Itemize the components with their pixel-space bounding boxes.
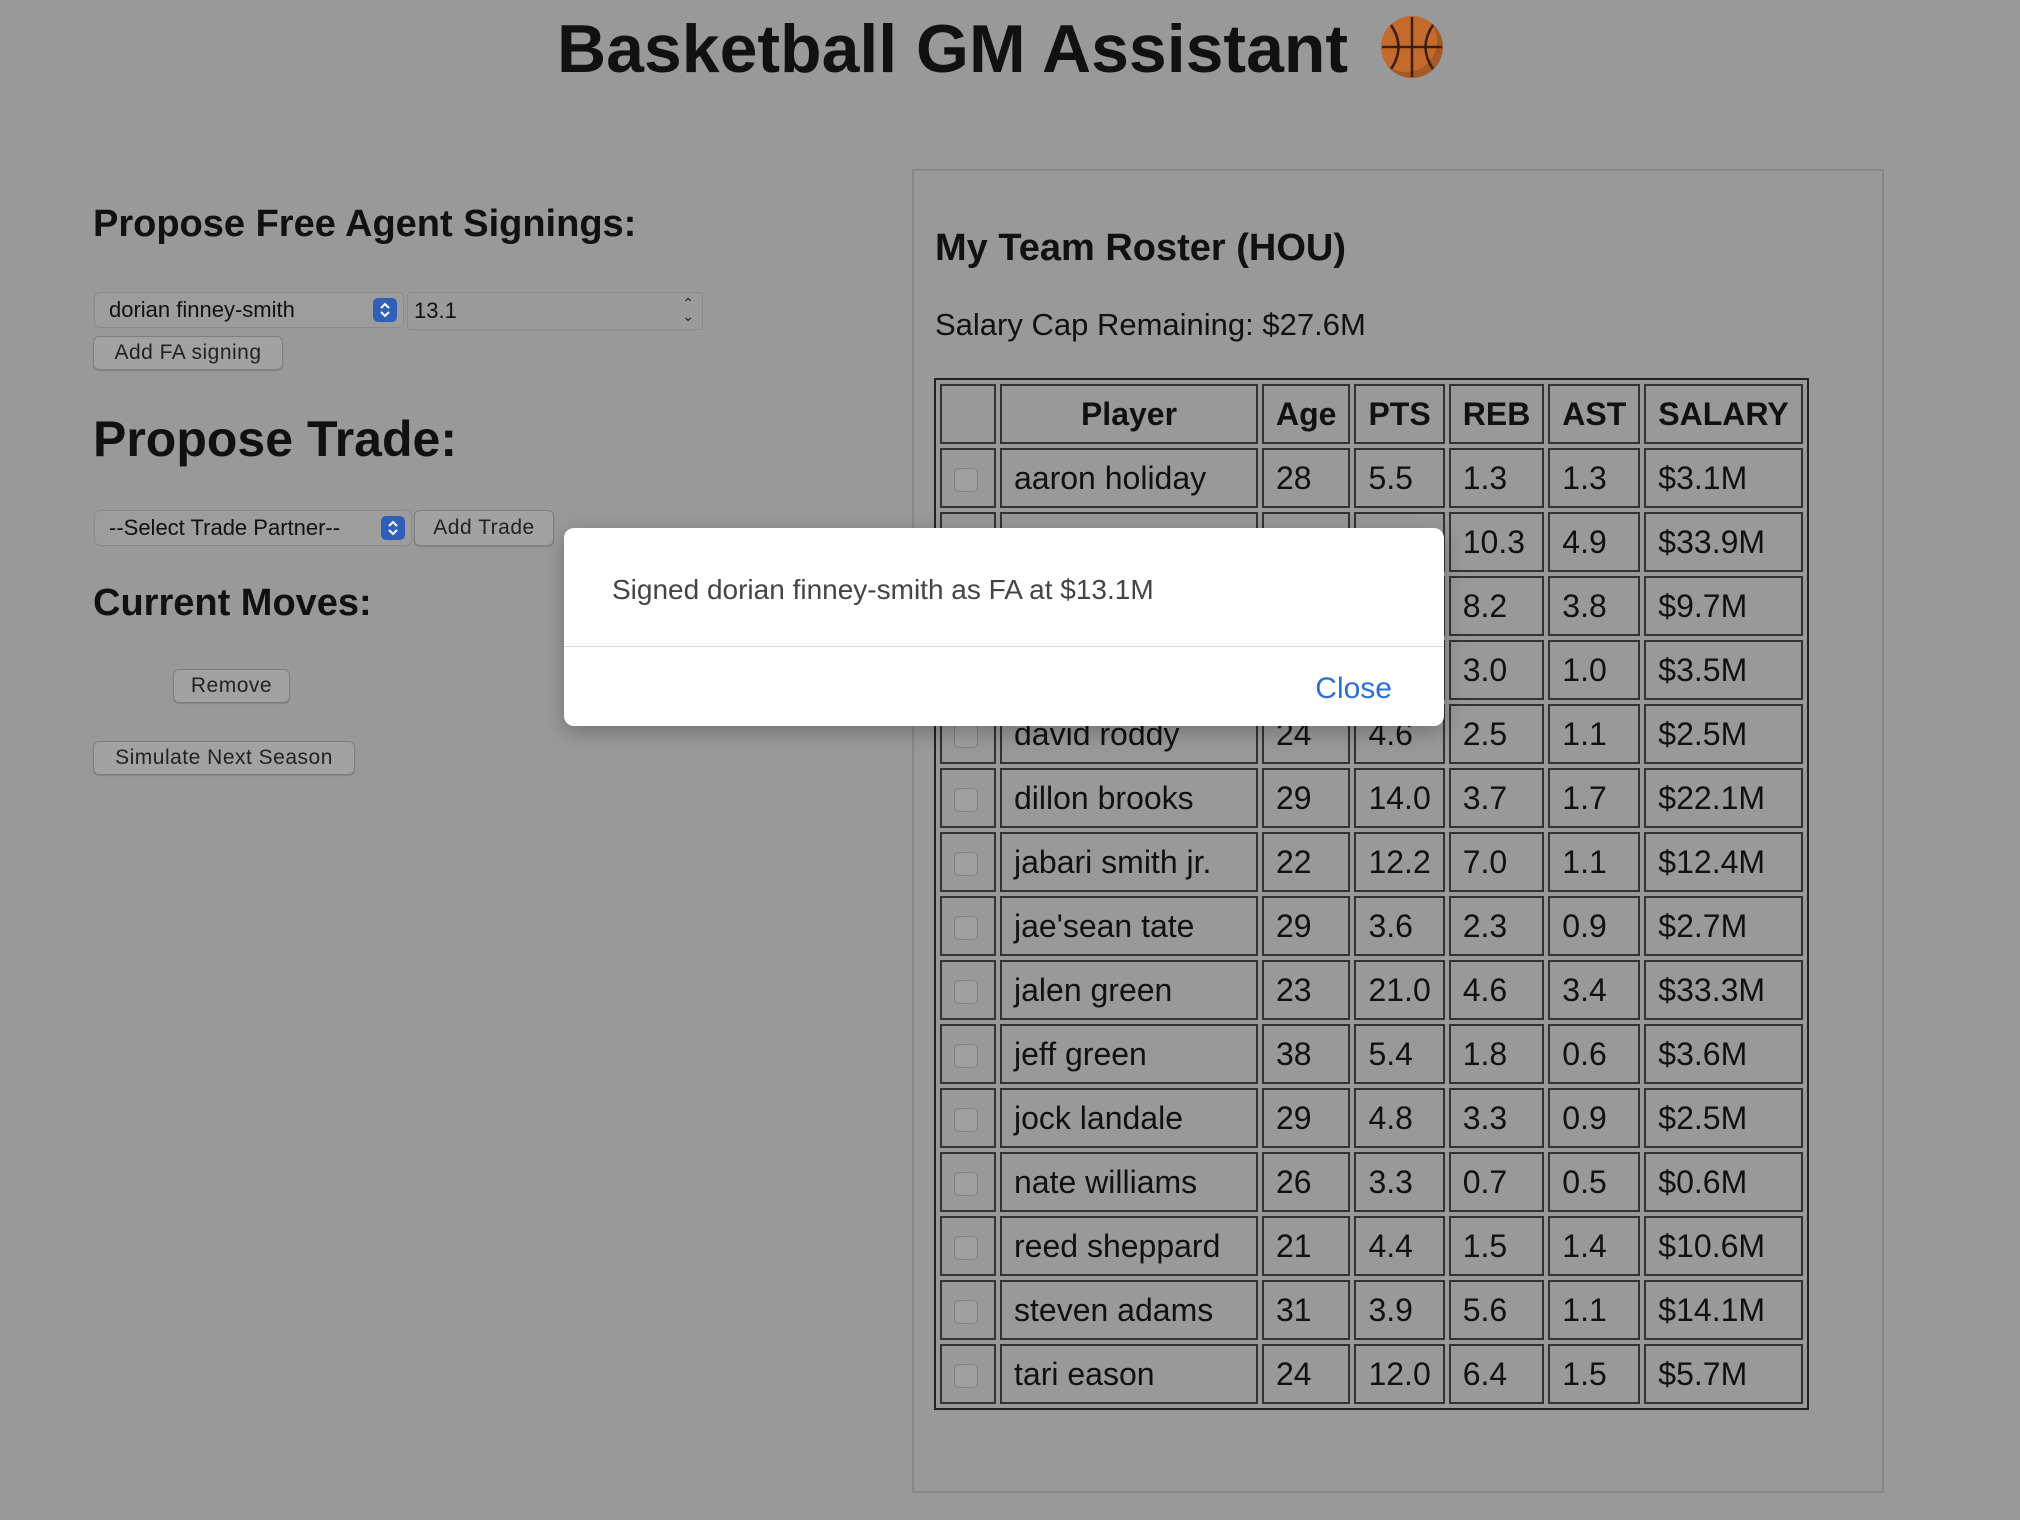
alert-dialog: Signed dorian finney-smith as FA at $13.…	[564, 528, 1444, 726]
modal-overlay: Signed dorian finney-smith as FA at $13.…	[0, 0, 2020, 1520]
dialog-close-button[interactable]: Close	[1315, 672, 1392, 706]
dialog-divider	[564, 646, 1444, 647]
dialog-message: Signed dorian finney-smith as FA at $13.…	[612, 574, 1154, 605]
